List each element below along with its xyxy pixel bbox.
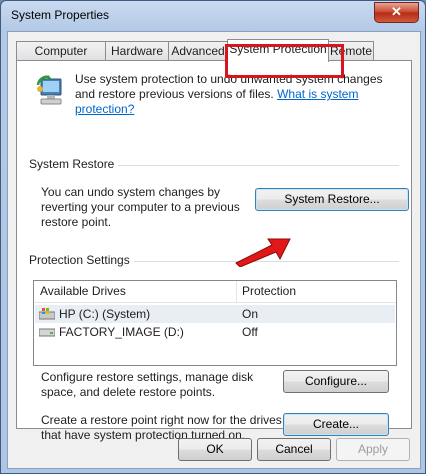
cancel-button[interactable]: Cancel — [257, 438, 331, 461]
tab-strip: Computer Name Hardware Advanced System P… — [16, 39, 416, 78]
dialog-client: Computer Name Hardware Advanced System P… — [7, 31, 421, 469]
system-restore-description: You can undo system changes by reverting… — [41, 185, 240, 229]
drives-list[interactable]: Available Drives Protection HP (C:) (Sys… — [33, 280, 397, 366]
drives-list-header: Available Drives Protection — [34, 281, 396, 303]
disk-drive-icon — [39, 328, 55, 337]
tab-hardware[interactable]: Hardware — [105, 41, 169, 61]
close-button[interactable]: ✕ — [374, 2, 419, 23]
protection-settings-label: Protection Settings — [25, 253, 134, 267]
configure-description: Configure restore settings, manage disk … — [41, 370, 254, 399]
column-available-drives[interactable]: Available Drives — [40, 284, 126, 298]
configure-button[interactable]: Configure... — [283, 370, 389, 393]
tab-advanced[interactable]: Advanced — [168, 41, 228, 61]
column-protection[interactable]: Protection — [242, 284, 296, 298]
system-restore-button[interactable]: System Restore... — [255, 188, 409, 211]
protection-settings-group: Protection Settings — [25, 253, 399, 267]
drive-protection: Off — [242, 325, 258, 339]
intro-text: Use system protection to undo unwanted s… — [75, 72, 395, 117]
system-restore-label: System Restore — [25, 157, 119, 171]
title-bar[interactable]: System Properties ✕ — [1, 1, 425, 31]
system-drive-icon — [39, 308, 55, 320]
system-properties-window: System Properties ✕ Computer Name Hardwa… — [0, 0, 426, 474]
ok-button[interactable]: OK — [178, 438, 252, 461]
tab-computer-name[interactable]: Computer Name — [16, 41, 106, 77]
drive-row[interactable]: HP (C:) (System) On — [35, 305, 395, 323]
red-arrow-annotation — [235, 238, 291, 267]
drive-name: HP (C:) (System) — [59, 307, 151, 321]
system-protection-panel: Use system protection to undo unwanted s… — [16, 60, 412, 442]
drive-protection: On — [242, 307, 259, 321]
system-protection-icon — [36, 75, 62, 105]
tab-remote[interactable]: Remote — [328, 41, 374, 61]
system-restore-group: System Restore — [25, 157, 399, 171]
close-icon: ✕ — [391, 4, 402, 19]
tab-system-protection[interactable]: System Protection — [227, 39, 329, 62]
column-divider — [236, 281, 237, 302]
apply-button[interactable]: Apply — [336, 438, 410, 461]
drive-name: FACTORY_IMAGE (D:) — [59, 325, 184, 339]
drive-row[interactable]: FACTORY_IMAGE (D:) Off — [35, 323, 395, 341]
window-title: System Properties — [11, 8, 110, 22]
create-button[interactable]: Create... — [283, 413, 389, 436]
